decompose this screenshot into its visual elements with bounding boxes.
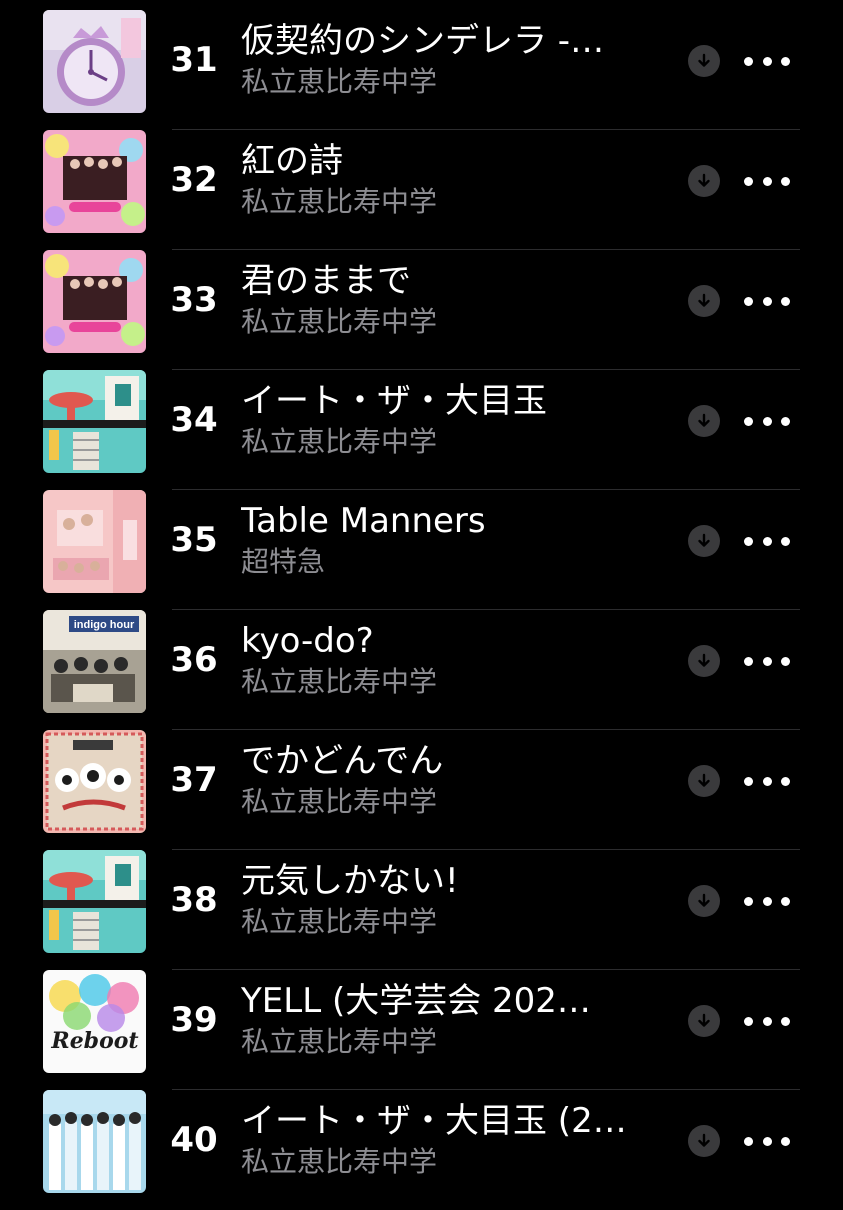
- track-artist: 私立恵比寿中学: [241, 665, 438, 698]
- more-options-button[interactable]: [744, 408, 790, 434]
- arrow-down-circle-icon: [698, 1013, 710, 1027]
- arrow-down-circle-icon: [698, 773, 710, 787]
- arrow-down-circle-icon: [698, 173, 710, 187]
- download-button[interactable]: [688, 885, 720, 917]
- more-options-button[interactable]: [744, 528, 790, 554]
- more-options-button[interactable]: [744, 1128, 790, 1154]
- track-rank: 40: [170, 1120, 218, 1160]
- track-title: 仮契約のシンデレラ -…: [241, 21, 605, 61]
- ellipsis-icon: [744, 56, 753, 66]
- track-artist: 私立恵比寿中学: [241, 425, 438, 458]
- track-title: YELL (大学芸会 202…: [241, 981, 591, 1021]
- track-row[interactable]: 37 でかどんでん 私立恵比寿中学: [0, 730, 843, 850]
- track-rank: 32: [170, 160, 218, 200]
- album-artwork[interactable]: [43, 490, 146, 593]
- album-artwork[interactable]: Reboot: [43, 970, 146, 1073]
- ellipsis-icon: [744, 1136, 753, 1146]
- track-rank: 33: [170, 280, 218, 320]
- track-rank: 35: [170, 520, 218, 560]
- arrow-down-circle-icon: [698, 53, 710, 67]
- arrow-down-circle-icon: [698, 413, 710, 427]
- arrow-down-circle-icon: [698, 1133, 710, 1147]
- track-row[interactable]: Reboot 39 YELL (大学芸会 202… 私立恵比寿中学: [0, 970, 843, 1090]
- track-title: Table Manners: [241, 501, 486, 541]
- ellipsis-icon: [744, 536, 753, 546]
- album-artwork[interactable]: indigo hour: [43, 610, 146, 713]
- track-rank: 38: [170, 880, 218, 920]
- track-row[interactable]: 35 Table Manners 超特急: [0, 490, 843, 610]
- track-artist: 超特急: [241, 545, 326, 578]
- download-button[interactable]: [688, 45, 720, 77]
- download-button[interactable]: [688, 405, 720, 437]
- track-rank: 34: [170, 400, 218, 440]
- more-options-button[interactable]: [744, 168, 790, 194]
- more-options-button[interactable]: [744, 1008, 790, 1034]
- svg-text:Reboot: Reboot: [50, 1028, 138, 1054]
- more-options-button[interactable]: [744, 768, 790, 794]
- ellipsis-icon: [744, 416, 753, 426]
- svg-text:indigo hour: indigo hour: [74, 619, 135, 631]
- album-artwork[interactable]: [43, 250, 146, 353]
- track-title: 元気しかない!: [241, 861, 459, 901]
- download-button[interactable]: [688, 165, 720, 197]
- track-title: イート・ザ・大目玉: [241, 381, 547, 421]
- ellipsis-icon: [744, 896, 753, 906]
- track-artist: 私立恵比寿中学: [241, 185, 438, 218]
- track-rank: 37: [170, 760, 218, 800]
- track-artist: 私立恵比寿中学: [241, 1025, 438, 1058]
- more-options-button[interactable]: [744, 888, 790, 914]
- track-row[interactable]: 38 元気しかない! 私立恵比寿中学: [0, 850, 843, 970]
- download-button[interactable]: [688, 765, 720, 797]
- album-artwork[interactable]: [43, 10, 146, 113]
- album-artwork[interactable]: [43, 730, 146, 833]
- more-options-button[interactable]: [744, 648, 790, 674]
- album-artwork[interactable]: [43, 1090, 146, 1193]
- track-row[interactable]: 40 イート・ザ・大目玉 (2… 私立恵比寿中学: [0, 1090, 843, 1210]
- download-button[interactable]: [688, 1005, 720, 1037]
- track-title: kyo-do?: [241, 621, 374, 661]
- ellipsis-icon: [744, 656, 753, 666]
- track-list: 31 仮契約のシンデレラ -… 私立恵比寿中学 32 紅の詩 私立恵比寿中学 3…: [0, 0, 843, 1200]
- track-artist: 私立恵比寿中学: [241, 905, 438, 938]
- track-row[interactable]: 33 君のままで 私立恵比寿中学: [0, 250, 843, 370]
- track-rank: 31: [170, 40, 218, 80]
- album-artwork[interactable]: [43, 130, 146, 233]
- track-artist: 私立恵比寿中学: [241, 785, 438, 818]
- ellipsis-icon: [744, 1016, 753, 1026]
- ellipsis-icon: [744, 176, 753, 186]
- track-artist: 私立恵比寿中学: [241, 305, 438, 338]
- ellipsis-icon: [744, 776, 753, 786]
- arrow-down-circle-icon: [698, 533, 710, 547]
- track-title: 紅の詩: [241, 141, 343, 181]
- track-title: 君のままで: [241, 261, 411, 301]
- ellipsis-icon: [744, 296, 753, 306]
- download-button[interactable]: [688, 525, 720, 557]
- more-options-button[interactable]: [744, 48, 790, 74]
- track-artist: 私立恵比寿中学: [241, 65, 438, 98]
- arrow-down-circle-icon: [698, 653, 710, 667]
- track-title: イート・ザ・大目玉 (2…: [241, 1101, 627, 1141]
- album-artwork[interactable]: [43, 370, 146, 473]
- arrow-down-circle-icon: [698, 293, 710, 307]
- track-artist: 私立恵比寿中学: [241, 1145, 438, 1178]
- track-rank: 36: [170, 640, 218, 680]
- track-row[interactable]: 32 紅の詩 私立恵比寿中学: [0, 130, 843, 250]
- track-title: でかどんでん: [241, 741, 444, 781]
- download-button[interactable]: [688, 285, 720, 317]
- download-button[interactable]: [688, 645, 720, 677]
- track-row[interactable]: indigo hour 36 kyo-do? 私立恵比寿中学: [0, 610, 843, 730]
- download-button[interactable]: [688, 1125, 720, 1157]
- more-options-button[interactable]: [744, 288, 790, 314]
- album-artwork[interactable]: [43, 850, 146, 953]
- track-row[interactable]: 34 イート・ザ・大目玉 私立恵比寿中学: [0, 370, 843, 490]
- track-row[interactable]: 31 仮契約のシンデレラ -… 私立恵比寿中学: [0, 10, 843, 130]
- arrow-down-circle-icon: [698, 893, 710, 907]
- track-rank: 39: [170, 1000, 218, 1040]
